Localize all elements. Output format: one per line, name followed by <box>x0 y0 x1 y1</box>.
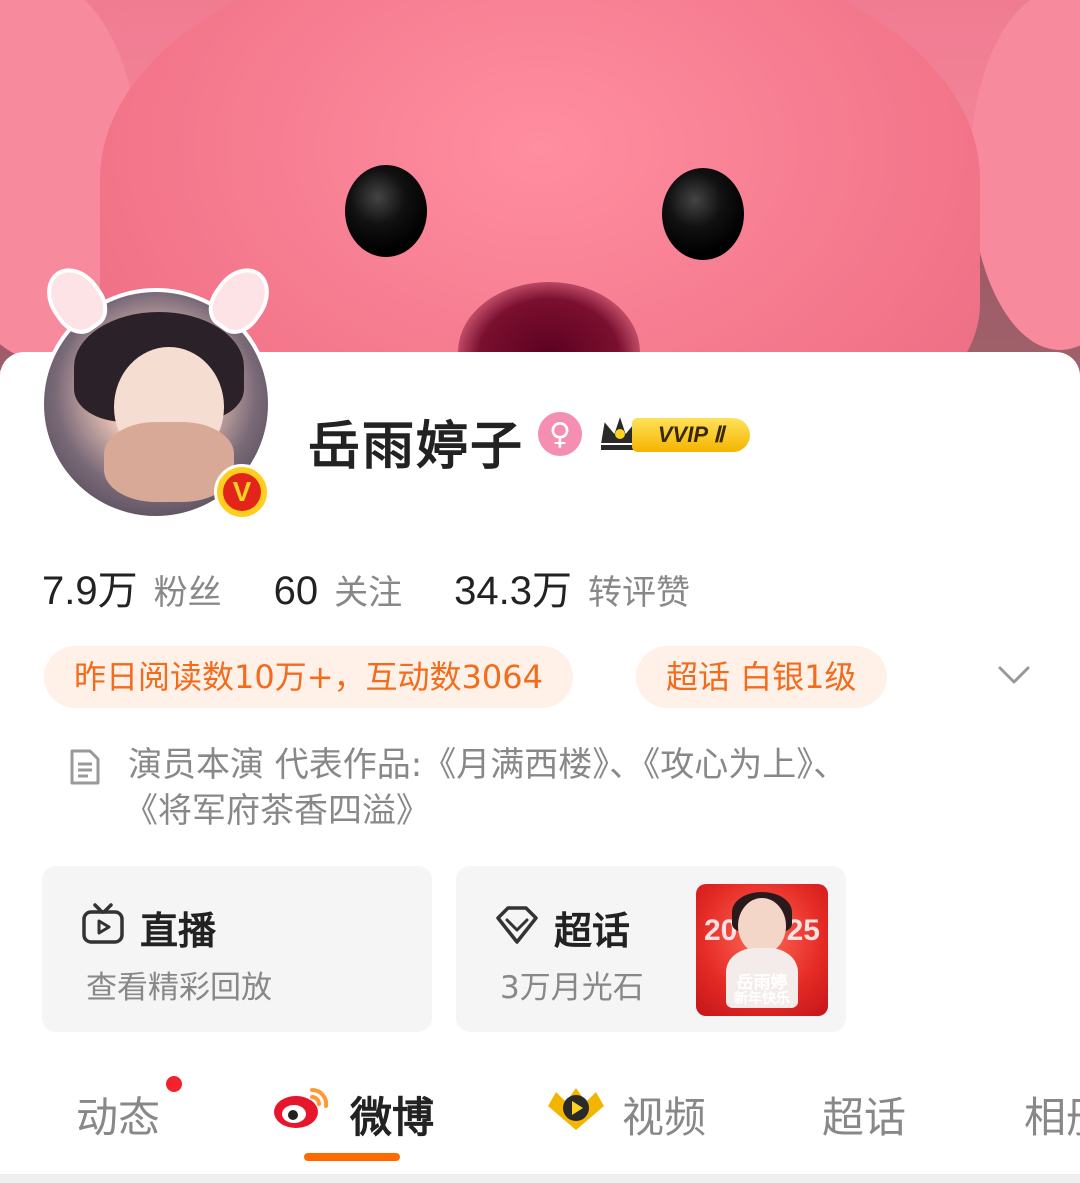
notification-dot <box>166 1076 182 1092</box>
vvip-badge[interactable]: VVIP Ⅱ <box>596 410 754 456</box>
document-icon <box>70 749 100 785</box>
video-play-icon <box>548 1088 604 1130</box>
tv-icon <box>82 903 124 944</box>
profile-name: 岳雨婷子 <box>308 417 525 477</box>
followers-label[interactable]: 粉丝 <box>154 565 222 614</box>
supertopic-level-chip[interactable]: 超话 白银1级 <box>636 646 887 708</box>
vvip-label: VVIP Ⅱ <box>632 418 750 452</box>
tab-supertopic[interactable]: 超话 <box>822 1084 906 1145</box>
avatar-bunny-ears-frame <box>35 257 281 343</box>
cover-character-eye-right <box>662 168 744 260</box>
verified-badge-icon: V <box>214 464 270 520</box>
supertopic-poster-image[interactable]: 20 25 岳雨婷 新年快乐 <box>696 884 828 1016</box>
interactions-label[interactable]: 转评赞 <box>588 565 690 614</box>
tab-video[interactable]: 视频 <box>622 1084 706 1145</box>
following-count[interactable]: 60 <box>274 569 319 614</box>
intro-text-line2: 《将军府茶香四溢》 <box>124 791 430 831</box>
tab-weibo[interactable]: 微博 <box>350 1084 434 1145</box>
profile-intro[interactable]: 演员本演 代表作品:《月满西楼》、《攻心为上》、 《将军府茶香四溢》 <box>66 742 1006 834</box>
supertopic-tile-subtitle: 3万月光石 <box>500 970 644 1006</box>
reading-stats-chip[interactable]: 昨日阅读数10万+，互动数3064 <box>44 646 573 708</box>
supertopic-tile[interactable]: 超话 3万月光石 20 25 岳雨婷 新年快乐 <box>456 866 846 1032</box>
live-tile[interactable]: 直播 查看精彩回放 <box>42 866 432 1032</box>
intro-text-line1: 演员本演 代表作品:《月满西楼》、《攻心为上》、 <box>128 745 848 785</box>
divider <box>0 1174 1080 1183</box>
female-icon: ♀ <box>538 412 582 456</box>
supertopic-tile-title: 超话 <box>554 909 631 953</box>
profile-stats: 7.9万 粉丝 60 关注 34.3万 转评赞 <box>42 558 742 613</box>
live-tile-title: 直播 <box>140 909 217 953</box>
chevron-down-icon[interactable] <box>996 658 1032 694</box>
followers-count[interactable]: 7.9万 <box>42 558 138 616</box>
following-label[interactable]: 关注 <box>334 565 402 614</box>
tab-album[interactable]: 相册 <box>1024 1084 1080 1145</box>
tab-feed[interactable]: 动态 <box>76 1084 160 1145</box>
cover-character-eye-left <box>345 165 427 257</box>
diamond-icon <box>496 906 538 944</box>
poster-face <box>738 898 786 954</box>
verified-badge-label: V <box>223 473 261 511</box>
poster-greeting: 新年快乐 <box>734 991 790 1007</box>
interactions-count[interactable]: 34.3万 <box>454 558 572 616</box>
weibo-icon <box>274 1087 329 1128</box>
live-tile-subtitle: 查看精彩回放 <box>86 970 272 1006</box>
active-tab-indicator <box>304 1153 400 1161</box>
